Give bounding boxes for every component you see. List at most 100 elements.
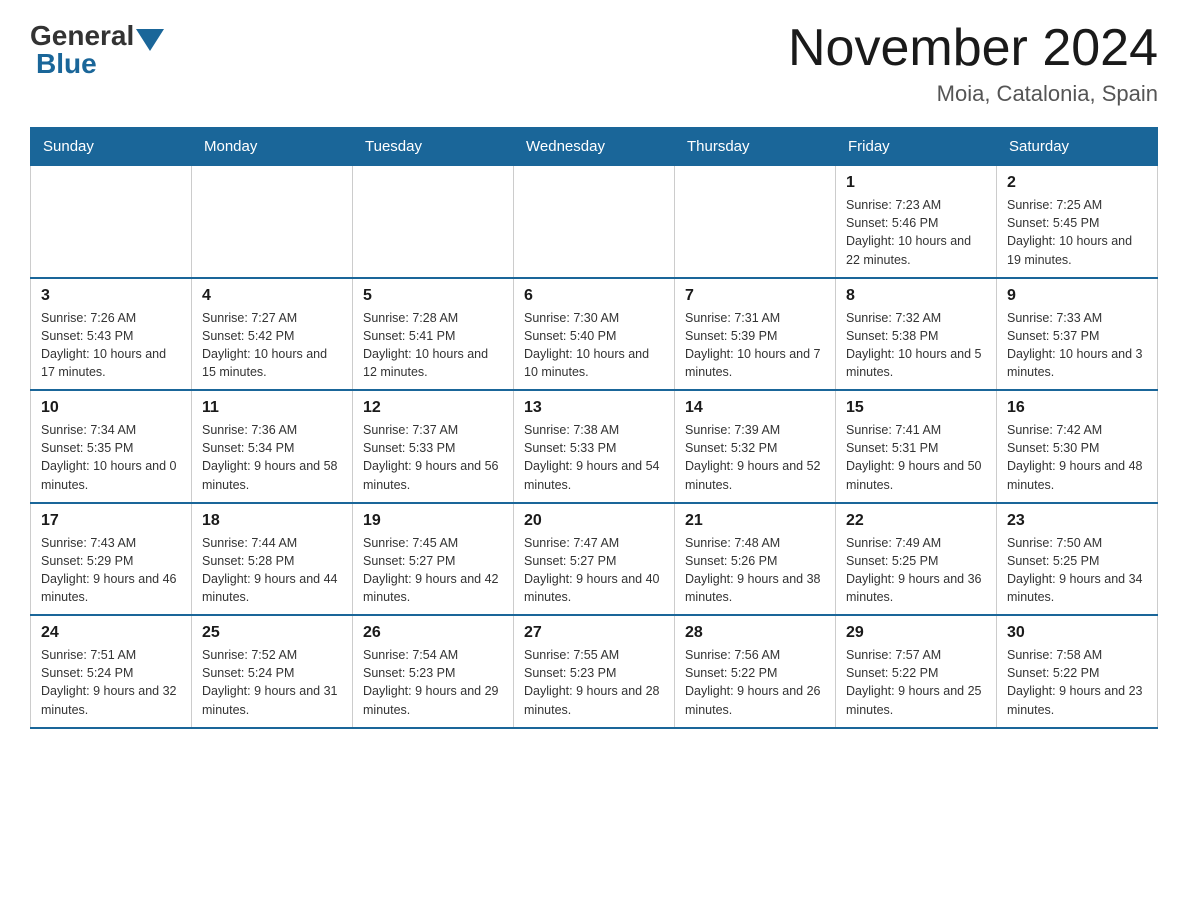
calendar-table: SundayMondayTuesdayWednesdayThursdayFrid…: [30, 127, 1158, 729]
day-info: Sunrise: 7:36 AMSunset: 5:34 PMDaylight:…: [202, 421, 342, 494]
calendar-cell: 16 Sunrise: 7:42 AMSunset: 5:30 PMDayligh…: [997, 390, 1158, 503]
calendar-header-saturday: Saturday: [997, 128, 1158, 166]
day-info: Sunrise: 7:50 AMSunset: 5:25 PMDaylight:…: [1007, 534, 1147, 607]
calendar-cell: [353, 166, 514, 278]
calendar-header-thursday: Thursday: [675, 128, 836, 166]
location-title: Moia, Catalonia, Spain: [788, 81, 1158, 107]
calendar-cell: 30 Sunrise: 7:58 AMSunset: 5:22 PMDayligh…: [997, 615, 1158, 728]
day-info: Sunrise: 7:44 AMSunset: 5:28 PMDaylight:…: [202, 534, 342, 607]
calendar-cell: 4 Sunrise: 7:27 AMSunset: 5:42 PMDaylight…: [192, 278, 353, 391]
calendar-header-sunday: Sunday: [31, 128, 192, 166]
calendar-cell: [514, 166, 675, 278]
day-number: 28: [685, 624, 825, 642]
day-number: 17: [41, 512, 181, 530]
day-number: 5: [363, 287, 503, 305]
calendar-cell: 5 Sunrise: 7:28 AMSunset: 5:41 PMDaylight…: [353, 278, 514, 391]
calendar-cell: 14Sunrise: 7:39 AMSunset: 5:32 PMDayligh…: [675, 390, 836, 503]
calendar-week-row: 10 Sunrise: 7:34 AMSunset: 5:35 PMDayligh…: [31, 390, 1158, 503]
day-number: 2: [1007, 174, 1147, 192]
day-info: Sunrise: 7:25 AMSunset: 5:45 PMDaylight:…: [1007, 196, 1147, 269]
calendar-cell: 29 Sunrise: 7:57 AMSunset: 5:22 PMDayligh…: [836, 615, 997, 728]
calendar-header-friday: Friday: [836, 128, 997, 166]
day-info: Sunrise: 7:43 AMSunset: 5:29 PMDaylight:…: [41, 534, 181, 607]
day-info: Sunrise: 7:56 AMSunset: 5:22 PMDaylight:…: [685, 646, 825, 719]
day-info: Sunrise: 7:45 AMSunset: 5:27 PMDaylight:…: [363, 534, 503, 607]
calendar-cell: [192, 166, 353, 278]
day-info: Sunrise: 7:23 AMSunset: 5:46 PMDaylight:…: [846, 196, 986, 269]
day-info: Sunrise: 7:57 AMSunset: 5:22 PMDaylight:…: [846, 646, 986, 719]
day-number: 23: [1007, 512, 1147, 530]
day-info: Sunrise: 7:58 AMSunset: 5:22 PMDaylight:…: [1007, 646, 1147, 719]
day-number: 10: [41, 399, 181, 417]
calendar-header-tuesday: Tuesday: [353, 128, 514, 166]
day-info: Sunrise: 7:47 AMSunset: 5:27 PMDaylight:…: [524, 534, 664, 607]
day-info: Sunrise: 7:33 AMSunset: 5:37 PMDaylight:…: [1007, 309, 1147, 382]
calendar-cell: 6 Sunrise: 7:30 AMSunset: 5:40 PMDaylight…: [514, 278, 675, 391]
day-info: Sunrise: 7:27 AMSunset: 5:42 PMDaylight:…: [202, 309, 342, 382]
calendar-cell: 11 Sunrise: 7:36 AMSunset: 5:34 PMDayligh…: [192, 390, 353, 503]
day-number: 4: [202, 287, 342, 305]
calendar-cell: 18 Sunrise: 7:44 AMSunset: 5:28 PMDayligh…: [192, 503, 353, 616]
day-info: Sunrise: 7:51 AMSunset: 5:24 PMDaylight:…: [41, 646, 181, 719]
day-info: Sunrise: 7:49 AMSunset: 5:25 PMDaylight:…: [846, 534, 986, 607]
day-info: Sunrise: 7:30 AMSunset: 5:40 PMDaylight:…: [524, 309, 664, 382]
calendar-header-row: SundayMondayTuesdayWednesdayThursdayFrid…: [31, 128, 1158, 166]
calendar-cell: 3Sunrise: 7:26 AMSunset: 5:43 PMDaylight…: [31, 278, 192, 391]
calendar-cell: 1Sunrise: 7:23 AMSunset: 5:46 PMDaylight…: [836, 166, 997, 278]
calendar-cell: 27Sunrise: 7:55 AMSunset: 5:23 PMDayligh…: [514, 615, 675, 728]
day-number: 21: [685, 512, 825, 530]
day-info: Sunrise: 7:37 AMSunset: 5:33 PMDaylight:…: [363, 421, 503, 494]
day-info: Sunrise: 7:42 AMSunset: 5:30 PMDaylight:…: [1007, 421, 1147, 494]
day-number: 22: [846, 512, 986, 530]
calendar-cell: [675, 166, 836, 278]
calendar-cell: 19 Sunrise: 7:45 AMSunset: 5:27 PMDayligh…: [353, 503, 514, 616]
calendar-cell: 24Sunrise: 7:51 AMSunset: 5:24 PMDayligh…: [31, 615, 192, 728]
calendar-cell: 17 Sunrise: 7:43 AMSunset: 5:29 PMDayligh…: [31, 503, 192, 616]
day-number: 18: [202, 512, 342, 530]
calendar-cell: 21 Sunrise: 7:48 AMSunset: 5:26 PMDayligh…: [675, 503, 836, 616]
day-info: Sunrise: 7:32 AMSunset: 5:38 PMDaylight:…: [846, 309, 986, 382]
calendar-week-row: 24Sunrise: 7:51 AMSunset: 5:24 PMDayligh…: [31, 615, 1158, 728]
day-number: 7: [685, 287, 825, 305]
logo-blue-text: Blue: [36, 48, 97, 79]
calendar-cell: 28 Sunrise: 7:56 AMSunset: 5:22 PMDayligh…: [675, 615, 836, 728]
day-info: Sunrise: 7:54 AMSunset: 5:23 PMDaylight:…: [363, 646, 503, 719]
month-title: November 2024: [788, 20, 1158, 77]
title-area: November 2024 Moia, Catalonia, Spain: [788, 20, 1158, 107]
calendar-cell: 26 Sunrise: 7:54 AMSunset: 5:23 PMDayligh…: [353, 615, 514, 728]
day-info: Sunrise: 7:31 AMSunset: 5:39 PMDaylight:…: [685, 309, 825, 382]
calendar-header-wednesday: Wednesday: [514, 128, 675, 166]
day-number: 26: [363, 624, 503, 642]
day-info: Sunrise: 7:28 AMSunset: 5:41 PMDaylight:…: [363, 309, 503, 382]
day-number: 16: [1007, 399, 1147, 417]
calendar-cell: 22 Sunrise: 7:49 AMSunset: 5:25 PMDayligh…: [836, 503, 997, 616]
calendar-header-monday: Monday: [192, 128, 353, 166]
page-header: General Blue November 2024 Moia, Catalon…: [30, 20, 1158, 107]
calendar-cell: 2 Sunrise: 7:25 AMSunset: 5:45 PMDaylight…: [997, 166, 1158, 278]
day-info: Sunrise: 7:41 AMSunset: 5:31 PMDaylight:…: [846, 421, 986, 494]
calendar-week-row: 3Sunrise: 7:26 AMSunset: 5:43 PMDaylight…: [31, 278, 1158, 391]
day-number: 9: [1007, 287, 1147, 305]
calendar-cell: 7 Sunrise: 7:31 AMSunset: 5:39 PMDaylight…: [675, 278, 836, 391]
day-number: 6: [524, 287, 664, 305]
day-number: 11: [202, 399, 342, 417]
day-number: 29: [846, 624, 986, 642]
day-info: Sunrise: 7:34 AMSunset: 5:35 PMDaylight:…: [41, 421, 181, 494]
day-info: Sunrise: 7:48 AMSunset: 5:26 PMDaylight:…: [685, 534, 825, 607]
day-number: 3: [41, 287, 181, 305]
calendar-cell: 9 Sunrise: 7:33 AMSunset: 5:37 PMDaylight…: [997, 278, 1158, 391]
day-info: Sunrise: 7:55 AMSunset: 5:23 PMDaylight:…: [524, 646, 664, 719]
logo-triangle-icon: [136, 29, 164, 51]
calendar-cell: 15 Sunrise: 7:41 AMSunset: 5:31 PMDayligh…: [836, 390, 997, 503]
calendar-cell: 20Sunrise: 7:47 AMSunset: 5:27 PMDayligh…: [514, 503, 675, 616]
day-number: 19: [363, 512, 503, 530]
day-number: 12: [363, 399, 503, 417]
calendar-cell: 13Sunrise: 7:38 AMSunset: 5:33 PMDayligh…: [514, 390, 675, 503]
day-number: 30: [1007, 624, 1147, 642]
day-number: 8: [846, 287, 986, 305]
day-number: 15: [846, 399, 986, 417]
day-info: Sunrise: 7:52 AMSunset: 5:24 PMDaylight:…: [202, 646, 342, 719]
calendar-cell: 23 Sunrise: 7:50 AMSunset: 5:25 PMDayligh…: [997, 503, 1158, 616]
day-number: 13: [524, 399, 664, 417]
calendar-cell: [31, 166, 192, 278]
